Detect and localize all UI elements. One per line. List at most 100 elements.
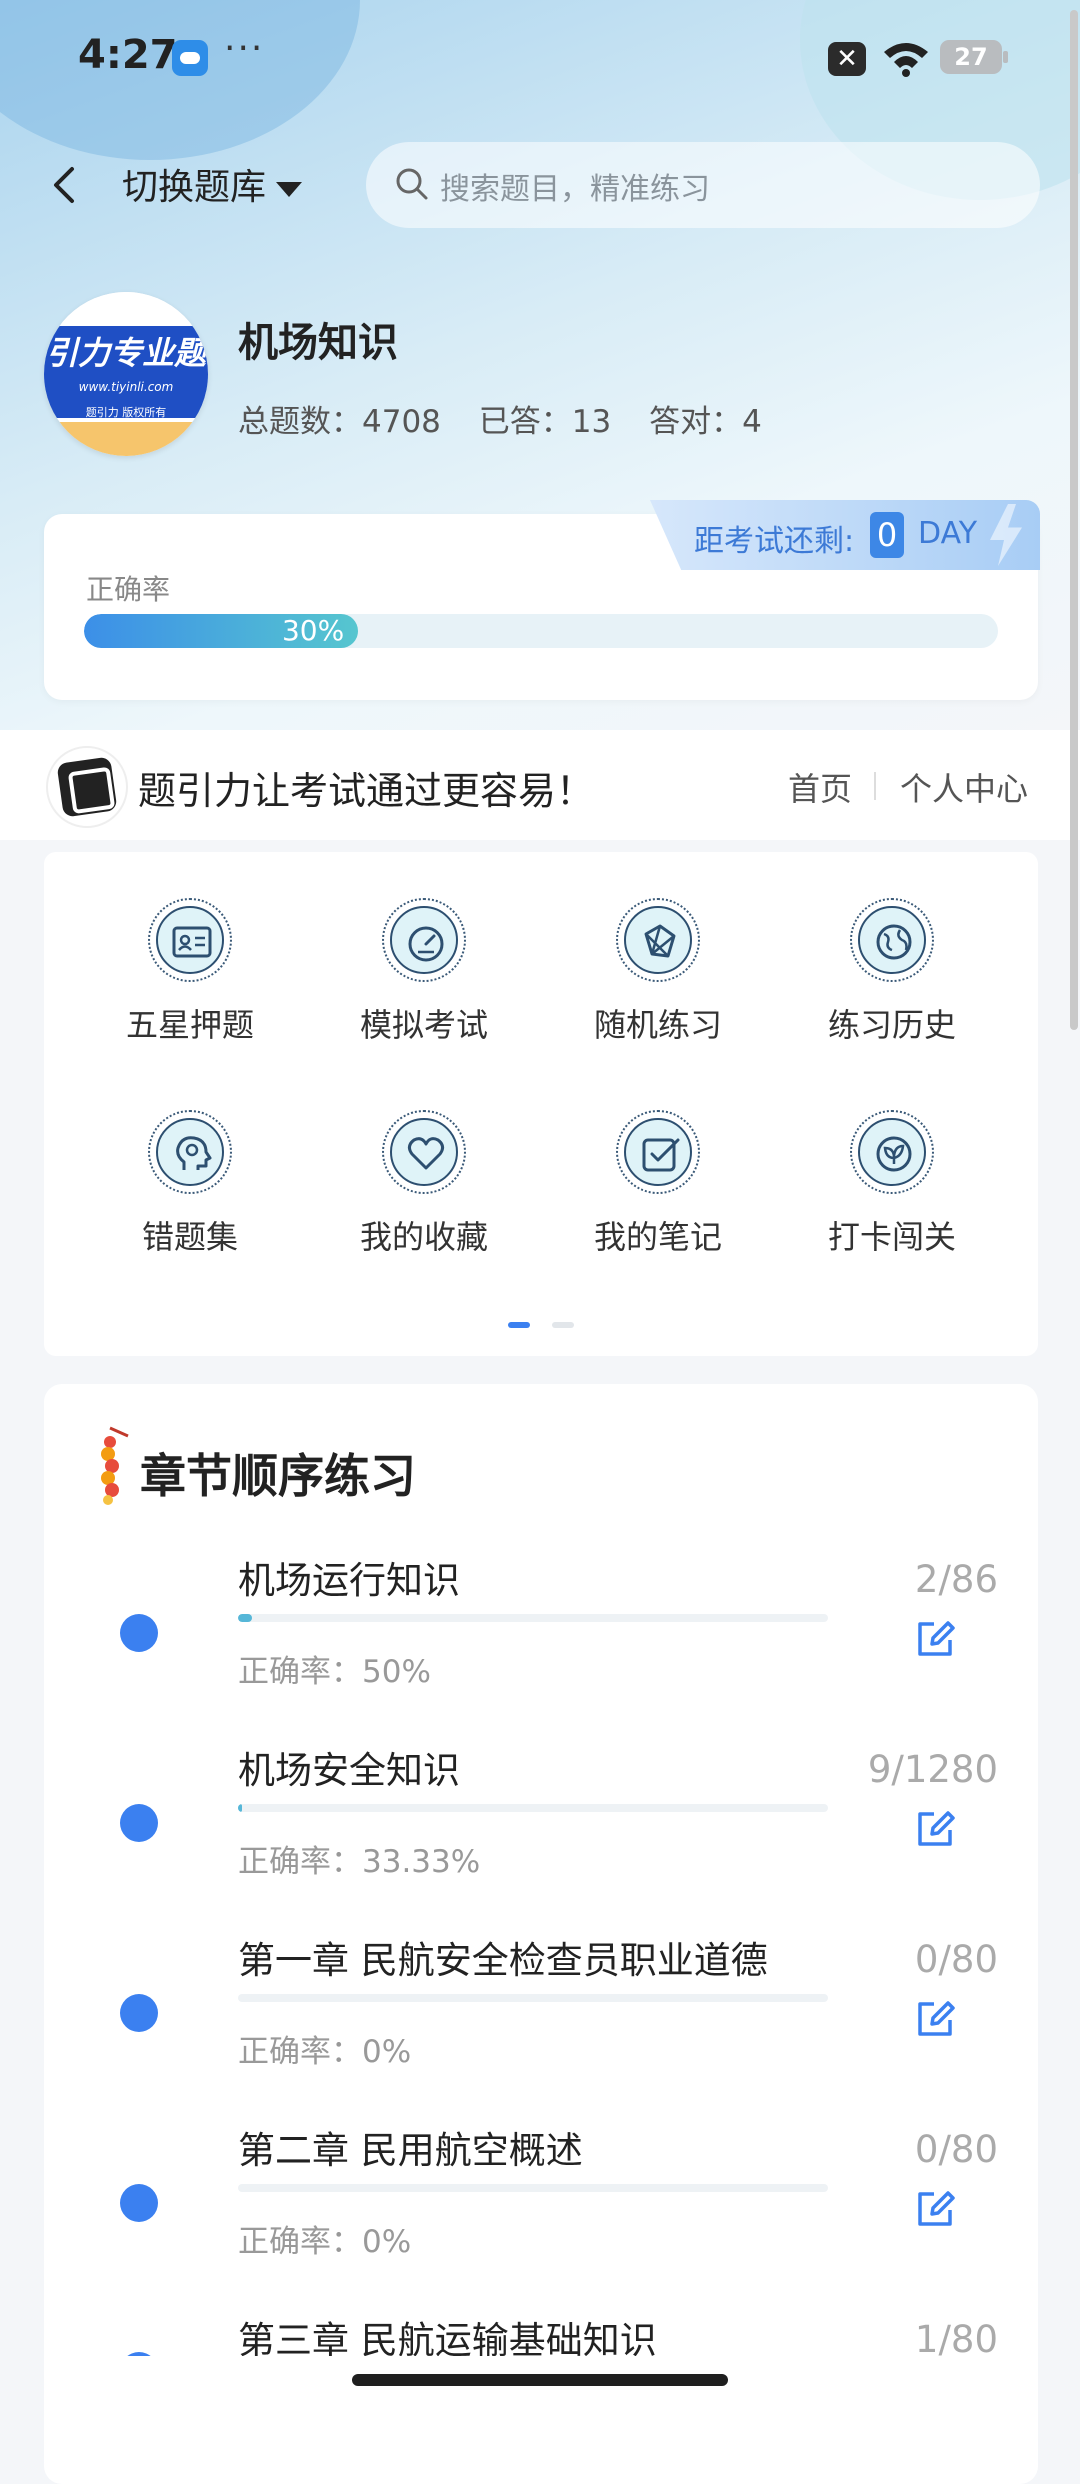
- chapter-row[interactable]: 机场安全知识 正确率：33.33% 9/1280: [44, 1726, 1038, 1916]
- more-notifications-icon: ···: [224, 28, 265, 69]
- caret-down-icon: [276, 181, 303, 197]
- head-icon: [176, 1136, 212, 1170]
- heart-icon: [407, 1137, 445, 1170]
- logo-brand-text: 引力专业题: [45, 334, 206, 372]
- chapter-row[interactable]: 第一章 民航安全检查员职业道德 正确率：0% 0/80: [44, 1916, 1038, 2106]
- chapter-row[interactable]: 第三章 民航运输基础知识 1/80: [44, 2296, 1038, 2356]
- checkbox-icon: [642, 1138, 680, 1172]
- menu-item-history[interactable]: 练习历史: [792, 852, 992, 1044]
- firecracker-icon: [101, 1426, 129, 1505]
- menu-item-favorites[interactable]: 我的收藏: [324, 1064, 524, 1256]
- chapter-accuracy: 正确率：33.33%: [238, 1844, 481, 1880]
- countdown-value: 0: [870, 512, 904, 558]
- chapter-progress-fill: [238, 1614, 252, 1622]
- chapter-progress-bar: [238, 1994, 828, 2002]
- chapter-progress-fill: [238, 1804, 243, 1812]
- chapter-name: 第三章 民航运输基础知识: [238, 2319, 657, 2356]
- notification-x-icon: ✕: [828, 42, 866, 76]
- network-icon: [644, 924, 676, 958]
- chapter-name: 机场安全知识: [238, 1749, 460, 1792]
- chapter-row[interactable]: 第二章 民用航空概述 正确率：0% 0/80: [44, 2106, 1038, 2296]
- menu-item-wrong-answers[interactable]: 错题集: [90, 1064, 290, 1256]
- leaf-icon: [876, 1136, 912, 1172]
- weather-icon: [172, 40, 208, 76]
- chapter-count: 0/80: [914, 2128, 998, 2171]
- chapter-dot: [120, 2352, 158, 2356]
- countdown-label: 距考试还剩:: [694, 524, 855, 559]
- chapter-name: 第一章 民航安全检查员职业道德: [238, 1939, 768, 1982]
- chapter-dot: [120, 1614, 158, 1652]
- id-card-icon: [172, 926, 212, 958]
- search-input[interactable]: 搜索题目，精准练习: [366, 142, 1040, 228]
- chapter-progress-bar: [238, 1804, 828, 1812]
- banner-slogan: 题引力让考试通过更容易！: [138, 769, 595, 813]
- back-arrow-icon[interactable]: [44, 155, 84, 215]
- stat-answered: 已答：13: [478, 404, 612, 440]
- pager-dot[interactable]: [552, 1322, 574, 1328]
- edit-icon[interactable]: [914, 1808, 956, 1850]
- chapter-accuracy: 正确率：0%: [238, 2224, 412, 2260]
- lightning-icon: [990, 504, 1022, 566]
- chapter-accuracy: 正确率：0%: [238, 2034, 412, 2070]
- chapter-progress-bar: [238, 1614, 828, 1622]
- chapter-name: 机场运行知识: [238, 1559, 460, 1602]
- menu-item-label: 随机练习: [593, 1006, 722, 1044]
- search-icon: [396, 168, 428, 200]
- stat-total: 总题数：4708: [238, 404, 441, 440]
- menu-item-five-star[interactable]: 五星押题: [90, 852, 290, 1044]
- home-indicator[interactable]: [352, 2374, 728, 2386]
- bank-logo: 引力专业题 www.tiyinli.com 题引力 版权所有: [44, 292, 208, 456]
- edit-icon[interactable]: [914, 1618, 956, 1660]
- chapter-count: 1/80: [914, 2318, 998, 2356]
- globe-icon: [876, 924, 912, 960]
- accuracy-percent: 30%: [281, 614, 345, 647]
- scrollbar[interactable]: [1070, 10, 1078, 1030]
- battery-icon: 27: [940, 40, 1008, 74]
- menu-item-check-in[interactable]: 打卡闯关: [792, 1064, 992, 1256]
- menu-item-label: 我的收藏: [359, 1218, 488, 1256]
- nav-divider: [874, 772, 876, 800]
- edit-icon[interactable]: [914, 2188, 956, 2230]
- stat-correct: 答对：4: [649, 404, 762, 440]
- menu-item-label: 五星押题: [125, 1006, 254, 1044]
- chapter-count: 2/86: [914, 1558, 998, 1601]
- status-bar: 4:27 ··· ✕ 27: [0, 0, 1080, 110]
- logo-url-text: www.tiyinli.com: [78, 380, 174, 394]
- menu-item-label: 模拟考试: [359, 1006, 488, 1044]
- accuracy-label: 正确率: [86, 573, 171, 606]
- nav-profile-link[interactable]: 个人中心: [900, 764, 1028, 810]
- menu-item-label: 练习历史: [827, 1006, 956, 1044]
- accuracy-progress-bar: 30%: [84, 614, 998, 648]
- chapter-dot: [120, 1994, 158, 2032]
- chapter-row[interactable]: 机场运行知识 正确率：50% 2/86: [44, 1536, 1038, 1726]
- chapter-progress-bar: [238, 2184, 828, 2192]
- chapter-name: 第二章 民用航空概述: [238, 2129, 583, 2172]
- edit-icon[interactable]: [914, 1998, 956, 2040]
- menu-item-label: 打卡闯关: [827, 1218, 956, 1256]
- gauge-icon: [408, 926, 444, 962]
- status-time: 4:27: [78, 32, 178, 78]
- menu-item-random-practice[interactable]: 随机练习: [558, 852, 758, 1044]
- promo-banner: 题引力让考试通过更容易！ 首页 个人中心: [0, 730, 1080, 840]
- exam-countdown-badge: 距考试还剩: 0 DAY: [650, 500, 1040, 570]
- wifi-icon: [884, 43, 928, 77]
- nav-home-link[interactable]: 首页: [788, 764, 852, 810]
- chapter-accuracy: 正确率：50%: [238, 1654, 431, 1690]
- menu-item-label: 我的笔记: [593, 1218, 722, 1256]
- switch-bank-dropdown[interactable]: 切换题库: [122, 158, 303, 210]
- accuracy-progress-fill: 30%: [84, 614, 359, 648]
- logo-rights-text: 题引力 版权所有: [85, 406, 167, 419]
- switch-bank-label: 切换题库: [122, 167, 267, 208]
- brand-logo-icon: [46, 746, 128, 828]
- menu-item-mock-exam[interactable]: 模拟考试: [324, 852, 524, 1044]
- menu-item-label: 错题集: [141, 1218, 238, 1256]
- bank-stats: 总题数：4708 已答：13 答对：4: [238, 396, 790, 441]
- bank-title: 机场知识: [238, 320, 398, 366]
- chapter-section-title: 章节顺序练习: [140, 1449, 416, 1503]
- menu-item-notes[interactable]: 我的笔记: [558, 1064, 758, 1256]
- chapter-dot: [120, 2184, 158, 2222]
- countdown-unit: DAY: [918, 516, 978, 551]
- chapter-count: 9/1280: [867, 1748, 998, 1791]
- pager-dot-active[interactable]: [508, 1322, 530, 1328]
- chapter-dot: [120, 1804, 158, 1842]
